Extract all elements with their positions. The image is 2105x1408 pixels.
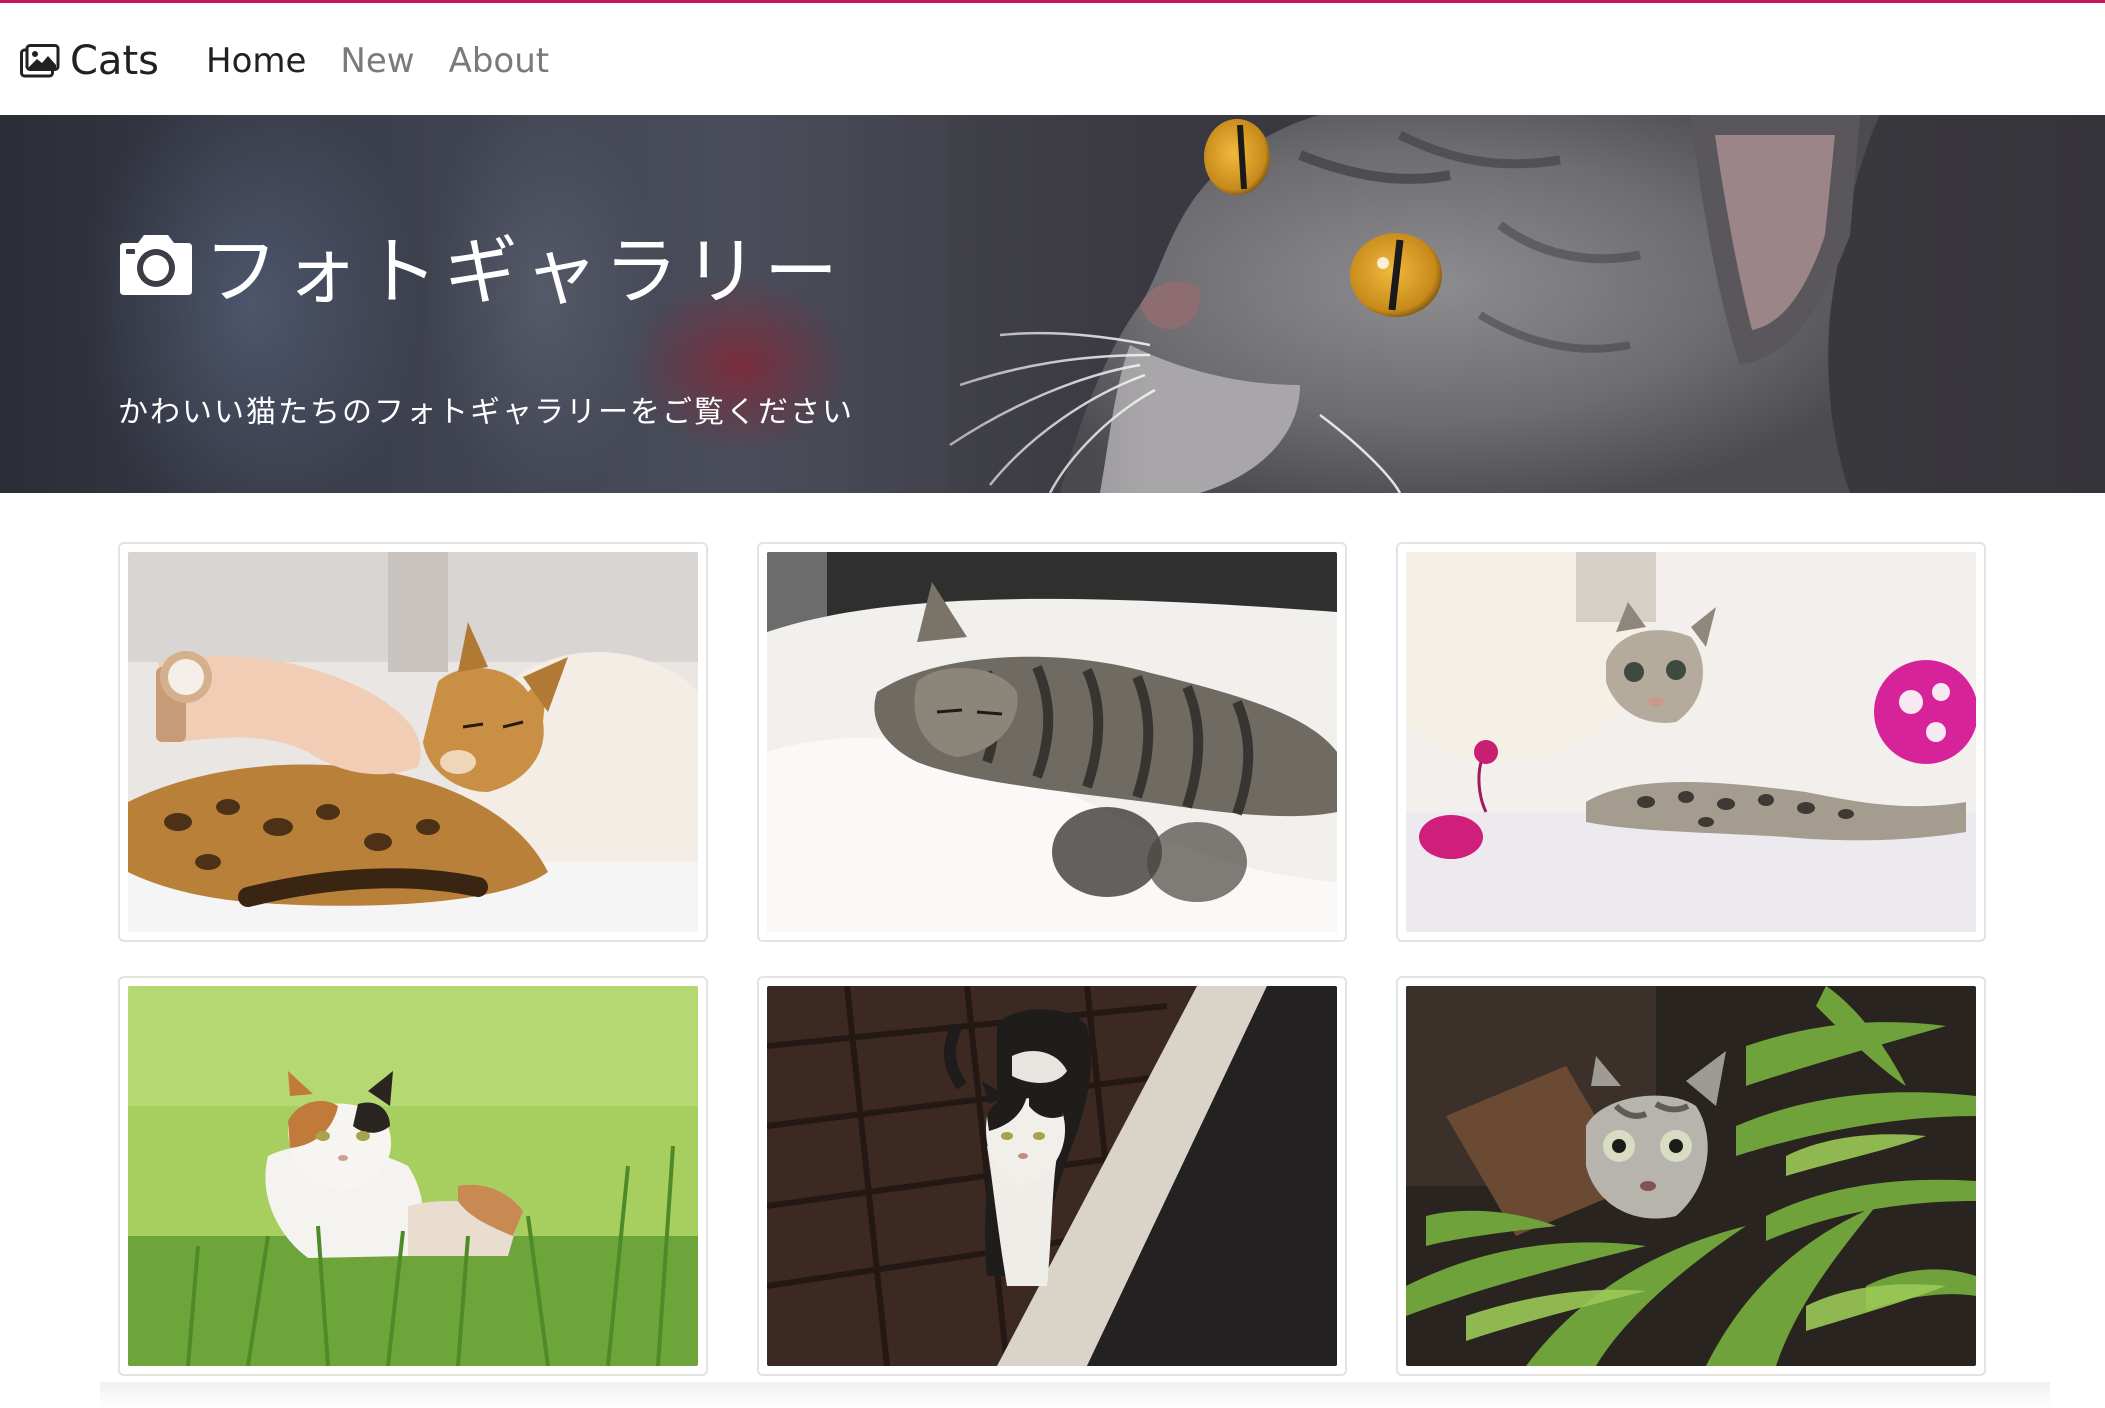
cat-photo-4: [128, 986, 698, 1366]
photo-card-silver-tabby-in-bamboo[interactable]: [1396, 976, 1986, 1376]
photo-card-bw-cat-on-bricks[interactable]: [757, 976, 1347, 1376]
page-bottom-shadow: [100, 1382, 2050, 1408]
hero-subtitle: かわいい猫たちのフォトギャラリーをご覧ください: [118, 395, 854, 430]
hero-title-text: フォトギャラリー: [204, 228, 844, 315]
nav-links: Home New About: [206, 33, 549, 89]
image-icon: [20, 44, 60, 78]
cat-photo-6: [1406, 986, 1976, 1366]
brand-link[interactable]: Cats: [20, 33, 159, 89]
navbar: Cats Home New About: [0, 3, 2105, 115]
photo-card-bengal-cat[interactable]: [118, 542, 708, 942]
hero-title: フォトギャラリー: [116, 215, 844, 315]
brand-label: Cats: [70, 38, 159, 84]
hero-banner: フォトギャラリー かわいい猫たちのフォトギャラリーをご覧ください: [0, 115, 2105, 493]
cat-photo-1: [128, 552, 698, 932]
nav-link-new[interactable]: New: [340, 41, 414, 81]
camera-icon: [120, 235, 192, 295]
nav-link-about[interactable]: About: [449, 41, 550, 81]
cat-photo-2: [767, 552, 1337, 932]
photo-gallery: [118, 542, 1990, 1376]
photo-card-calico-in-grass[interactable]: [118, 976, 708, 1376]
nav-link-home[interactable]: Home: [206, 41, 306, 81]
cat-photo-3: [1406, 552, 1976, 932]
cat-photo-5: [767, 986, 1337, 1366]
photo-card-sleeping-tabby[interactable]: [757, 542, 1347, 942]
photo-card-kitten-with-toy[interactable]: [1396, 542, 1986, 942]
